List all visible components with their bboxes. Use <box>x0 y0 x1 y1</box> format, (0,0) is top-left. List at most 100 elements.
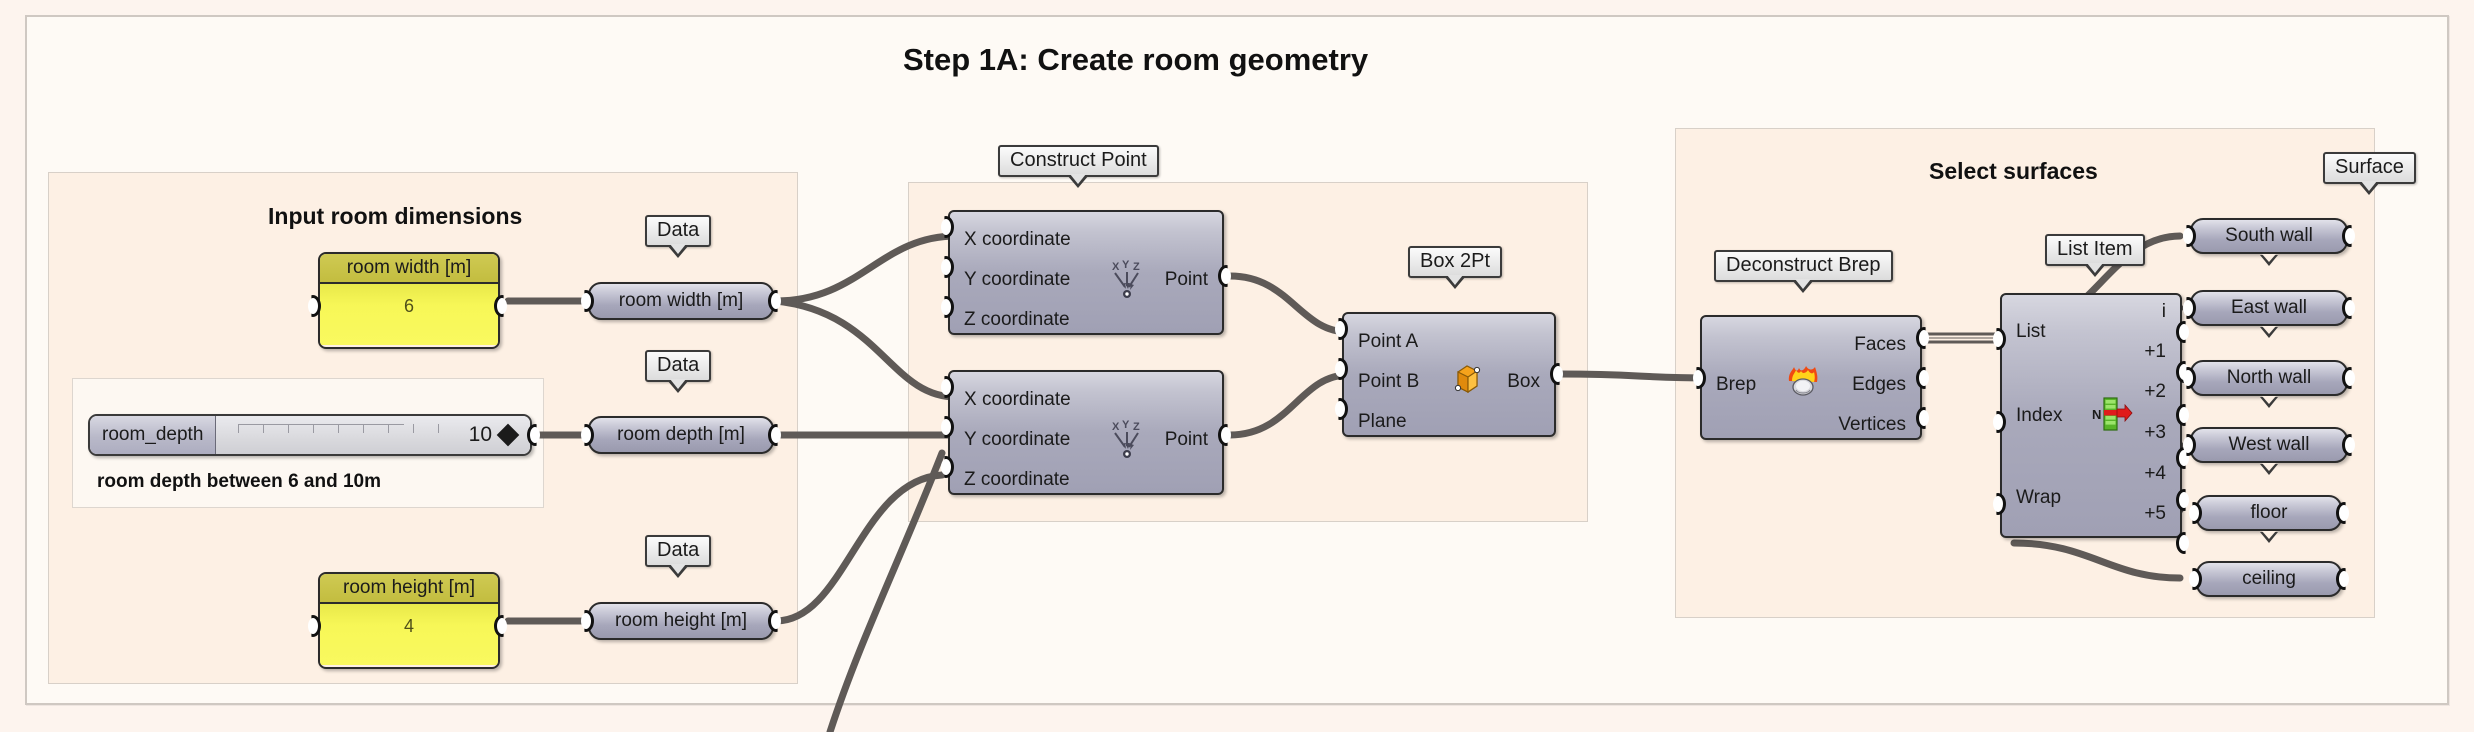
cp2-grip-point[interactable] <box>1218 424 1234 446</box>
brep-flame-icon <box>1788 366 1818 396</box>
listitem-input-index: Index <box>2016 405 2063 426</box>
cp1-grip-x[interactable] <box>938 216 954 238</box>
listitem-output-p5: +5 <box>2144 503 2166 524</box>
listitem-grip-i[interactable] <box>2176 321 2192 343</box>
room-height-panel[interactable]: room height [m] 4 <box>318 572 500 669</box>
cp2-grip-z[interactable] <box>938 456 954 478</box>
room-width-panel-value[interactable]: 6 <box>320 284 498 345</box>
listitem-grip-wrap[interactable] <box>1990 493 2006 515</box>
param-room-width[interactable]: room width [m] <box>588 282 774 320</box>
param-room-width-input-grip[interactable] <box>578 290 594 312</box>
west-wall-chevron-icon <box>2260 463 2278 475</box>
box2pt-input-point-a: Point A <box>1358 331 1419 352</box>
box-icon <box>1454 365 1481 394</box>
box2pt-output-box: Box <box>1507 371 1540 392</box>
param-room-depth[interactable]: room depth [m] <box>588 416 774 454</box>
group-title-input: Input room dimensions <box>268 203 523 229</box>
cp1-grip-point[interactable] <box>1218 265 1234 287</box>
param-room-height-output-grip[interactable] <box>768 610 784 632</box>
ceiling-input-grip[interactable] <box>2186 568 2202 590</box>
dbrep-grip-vertices[interactable] <box>1916 407 1932 429</box>
bubble-surface: Surface <box>2323 152 2416 184</box>
floor-input-grip[interactable] <box>2186 502 2202 524</box>
param-room-height[interactable]: room height [m] <box>588 602 774 640</box>
ceiling-output-grip[interactable] <box>2336 568 2352 590</box>
room-depth-slider-value: 10 <box>468 423 492 446</box>
svg-text:X: X <box>1112 421 1120 433</box>
listitem-grip-p5[interactable] <box>2176 532 2192 554</box>
listitem-output-i: i <box>2161 301 2166 322</box>
box2pt-grip-box[interactable] <box>1550 363 1566 385</box>
svg-text:Z: Z <box>1133 421 1140 433</box>
listitem-output-p4: +4 <box>2144 463 2166 484</box>
cp2-input-y: Y coordinate <box>964 429 1071 450</box>
svg-text:Z: Z <box>1133 261 1140 273</box>
param-west-wall[interactable]: West wall <box>2190 427 2348 463</box>
south-wall-output-grip[interactable] <box>2342 225 2358 247</box>
dbrep-output-edges: Edges <box>1852 374 1906 395</box>
param-floor[interactable]: floor <box>2196 495 2342 531</box>
box2pt-input-point-b: Point B <box>1358 371 1420 392</box>
cp2-input-z: Z coordinate <box>964 469 1070 490</box>
xyz-point-icon: X Y Z <box>1112 419 1140 458</box>
north-wall-output-grip[interactable] <box>2342 367 2358 389</box>
room-width-panel-header: room width [m] <box>320 254 498 284</box>
listitem-grip-index[interactable] <box>1990 411 2006 433</box>
room-width-panel-output-grip[interactable] <box>494 295 510 317</box>
cp2-grip-x[interactable] <box>938 376 954 398</box>
param-ceiling[interactable]: ceiling <box>2196 561 2342 597</box>
room-depth-slider-output-grip[interactable] <box>527 424 543 446</box>
svg-text:N: N <box>2092 407 2101 422</box>
listitem-grip-p2[interactable] <box>2176 404 2192 426</box>
south-wall-input-grip[interactable] <box>2180 225 2196 247</box>
room-width-panel[interactable]: room width [m] 6 <box>318 252 500 349</box>
box2pt-grip-point-a[interactable] <box>1332 318 1348 340</box>
cp2-grip-y[interactable] <box>938 416 954 438</box>
room-height-panel-output-grip[interactable] <box>494 615 510 637</box>
cp1-output-point: Point <box>1164 269 1208 290</box>
bubble-list-item: List Item <box>2045 234 2145 266</box>
dbrep-grip-brep[interactable] <box>1690 367 1706 389</box>
cp1-grip-z[interactable] <box>938 296 954 318</box>
component-deconstruct-brep[interactable]: Brep Faces Edges Vertices <box>1700 315 1922 440</box>
east-wall-input-grip[interactable] <box>2180 297 2196 319</box>
room-depth-slider-track[interactable]: 10 <box>216 416 530 454</box>
bubble-construct-point: Construct Point <box>998 145 1159 177</box>
box2pt-grip-point-b[interactable] <box>1332 358 1348 380</box>
room-height-panel-input-grip[interactable] <box>305 615 321 637</box>
svg-text:Y: Y <box>1122 419 1130 431</box>
dbrep-grip-faces[interactable] <box>1916 327 1932 349</box>
param-east-wall[interactable]: East wall <box>2190 290 2348 326</box>
cp2-input-x: X coordinate <box>964 389 1071 410</box>
param-south-wall[interactable]: South wall <box>2190 218 2348 254</box>
component-construct-point-1[interactable]: X coordinate Y coordinate Z coordinate P… <box>948 210 1224 335</box>
room-width-panel-input-grip[interactable] <box>305 295 321 317</box>
floor-chevron-icon <box>2260 531 2278 543</box>
south-wall-chevron-icon <box>2260 254 2278 266</box>
grasshopper-canvas[interactable]: Step 1A: Create room geometry Input room… <box>0 0 2474 732</box>
room-height-panel-value[interactable]: 4 <box>320 604 498 665</box>
west-wall-input-grip[interactable] <box>2180 434 2196 456</box>
param-room-depth-input-grip[interactable] <box>578 424 594 446</box>
cp1-input-z: Z coordinate <box>964 309 1070 330</box>
component-list-item[interactable]: List Index Wrap i +1 +2 +3 +4 +5 N <box>2000 293 2182 538</box>
dbrep-grip-edges[interactable] <box>1916 367 1932 389</box>
west-wall-output-grip[interactable] <box>2342 434 2358 456</box>
north-wall-input-grip[interactable] <box>2180 367 2196 389</box>
param-room-depth-output-grip[interactable] <box>768 424 784 446</box>
cp1-grip-y[interactable] <box>938 256 954 278</box>
box2pt-grip-plane[interactable] <box>1332 398 1348 420</box>
param-north-wall[interactable]: North wall <box>2190 360 2348 396</box>
room-depth-slider-handle-icon[interactable] <box>496 423 520 447</box>
room-depth-slider-label: room_depth <box>90 416 217 454</box>
room-depth-slider[interactable]: room_depth 10 <box>88 414 532 456</box>
param-room-width-output-grip[interactable] <box>768 290 784 312</box>
svg-text:Y: Y <box>1122 259 1130 271</box>
param-room-height-input-grip[interactable] <box>578 610 594 632</box>
component-construct-point-2[interactable]: X coordinate Y coordinate Z coordinate P… <box>948 370 1224 495</box>
component-box-2pt[interactable]: Point A Point B Plane Box <box>1342 312 1556 437</box>
east-wall-output-grip[interactable] <box>2342 297 2358 319</box>
room-depth-caption: room depth between 6 and 10m <box>97 471 381 492</box>
listitem-grip-list[interactable] <box>1990 328 2006 350</box>
floor-output-grip[interactable] <box>2336 502 2352 524</box>
